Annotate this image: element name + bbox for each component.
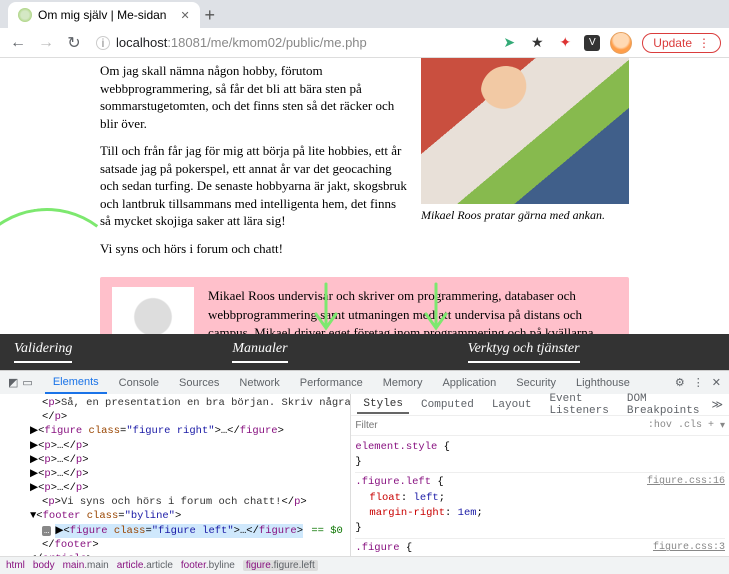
- back-button[interactable]: ←: [8, 34, 28, 52]
- favicon-icon: [18, 8, 32, 22]
- new-style-button[interactable]: +: [708, 420, 714, 431]
- footer-link-verktyg[interactable]: Verktyg och tjänster: [468, 341, 580, 363]
- dom-line[interactable]: ▶<p>…</p>: [4, 439, 346, 453]
- update-button[interactable]: Update⋮: [642, 33, 721, 53]
- styles-filter-row: :hov .cls + ▾: [351, 416, 729, 436]
- dom-line[interactable]: …▶<figure class="figure left">…</figure>…: [4, 524, 346, 538]
- style-tab-computed[interactable]: Computed: [415, 397, 480, 413]
- cls-toggle[interactable]: .cls: [678, 420, 702, 431]
- devtools-breadcrumb[interactable]: html body main.main article.article footer.b…: [0, 556, 729, 574]
- forward-button[interactable]: →: [36, 34, 56, 52]
- devtools-tab-performance[interactable]: Performance: [292, 373, 371, 393]
- author-image: [112, 287, 194, 334]
- devtools-body: <p>Så, en presentation en bra början. Sk…: [0, 394, 729, 556]
- style-tab-event-listeners[interactable]: Event Listeners: [543, 391, 614, 419]
- devtools-left-icons: ◩ ▭: [8, 376, 33, 389]
- devtools-tabs: ◩ ▭ ElementsConsoleSourcesNetworkPerform…: [0, 370, 729, 394]
- crumb-item[interactable]: body: [33, 560, 55, 571]
- paragraph-3: Vi syns och hörs i forum och chatt!: [100, 240, 629, 258]
- addr-path: :18081/me/kmom02/public/me.php: [167, 35, 366, 50]
- dom-tree[interactable]: <p>Så, en presentation en bra början. Sk…: [0, 394, 351, 556]
- devtools-tab-console[interactable]: Console: [111, 373, 167, 393]
- dom-line[interactable]: <p>Vi syns och hörs i forum och chatt!</…: [4, 495, 346, 509]
- dom-line[interactable]: ▼<footer class="byline">: [4, 509, 346, 523]
- address-bar[interactable]: i localhost:18081/me/kmom02/public/me.ph…: [92, 35, 492, 50]
- style-tab-styles[interactable]: Styles: [357, 396, 409, 414]
- device-icon[interactable]: ▭: [22, 376, 32, 389]
- style-tabs: Styles Computed Layout Event ListenersDOM B…: [351, 394, 729, 416]
- extension-icon[interactable]: ✦: [556, 34, 574, 52]
- footer-link-manualer[interactable]: Manualer: [232, 341, 287, 363]
- styles-filter-input[interactable]: [355, 420, 642, 431]
- tab-bar: Om mig själv | Me-sidan ✕ +: [0, 0, 729, 28]
- addr-host: localhost: [116, 35, 167, 50]
- crumb-item[interactable]: html: [6, 560, 25, 571]
- dom-line[interactable]: ▶<p>…</p>: [4, 481, 346, 495]
- toolbar-icons: ➤ ★ ✦ V Update⋮: [500, 32, 721, 54]
- crumb-item[interactable]: footer.byline: [181, 560, 235, 571]
- profile-avatar[interactable]: [610, 32, 632, 54]
- dom-line[interactable]: ▶<p>…</p>: [4, 467, 346, 481]
- bookmark-icon[interactable]: ★: [528, 34, 546, 52]
- figure-right-caption: Mikael Roos pratar gärna med ankan.: [421, 208, 629, 223]
- css-rule[interactable]: figure.css:16.figure.left {float: left;m…: [355, 473, 725, 539]
- byline-box: Mikael Roos undervisar och skriver om pr…: [100, 277, 629, 334]
- devtools-close-icon[interactable]: ✕: [712, 376, 721, 389]
- send-icon[interactable]: ➤: [500, 34, 518, 52]
- reload-button[interactable]: ↻: [64, 33, 84, 53]
- dom-line[interactable]: <p>Så, en presentation en bra början. Sk…: [4, 396, 346, 410]
- inspect-icon[interactable]: ◩: [8, 376, 18, 389]
- dom-line[interactable]: </article>: [4, 552, 346, 556]
- devtools-tab-sources[interactable]: Sources: [171, 373, 227, 393]
- site-info-icon[interactable]: i: [96, 36, 110, 50]
- crumb-item[interactable]: article.article: [117, 560, 173, 571]
- dom-line[interactable]: </footer>: [4, 538, 346, 552]
- dom-line[interactable]: ▶<p>…</p>: [4, 453, 346, 467]
- site-footer: Validering Manualer Verktyg och tjänster: [0, 334, 729, 370]
- tab-title: Om mig själv | Me-sidan: [38, 8, 166, 22]
- devtools-tab-memory[interactable]: Memory: [375, 373, 431, 393]
- css-rule[interactable]: element.style {}: [355, 438, 725, 473]
- styles-panel: Styles Computed Layout Event ListenersDOM B…: [351, 394, 729, 556]
- vue-devtools-icon[interactable]: V: [584, 35, 600, 51]
- dom-line[interactable]: </p>: [4, 410, 346, 424]
- styles-more-icon[interactable]: ▾: [720, 420, 725, 432]
- footer-link-validering[interactable]: Validering: [14, 341, 72, 363]
- crumb-item[interactable]: figure.figure.left: [243, 560, 318, 571]
- duck-image: [421, 58, 629, 204]
- devtools-tab-security[interactable]: Security: [508, 373, 564, 393]
- page-content: Mikael Roos pratar gärna med ankan. Om j…: [0, 58, 729, 334]
- hov-toggle[interactable]: :hov: [648, 420, 672, 431]
- devtools-tab-elements[interactable]: Elements: [45, 372, 107, 394]
- figure-right: Mikael Roos pratar gärna med ankan.: [421, 58, 629, 223]
- devtools-tab-lighthouse[interactable]: Lighthouse: [568, 373, 638, 393]
- browser-tab[interactable]: Om mig själv | Me-sidan ✕: [8, 2, 200, 28]
- style-tab-layout[interactable]: Layout: [486, 397, 538, 413]
- css-rules[interactable]: element.style {}figure.css:16.figure.lef…: [351, 436, 729, 556]
- byline-text: Mikael Roos undervisar och skriver om pr…: [208, 287, 617, 334]
- new-tab-button[interactable]: +: [200, 2, 220, 28]
- devtools-menu-icon[interactable]: ⋮: [693, 376, 704, 389]
- close-tab-icon[interactable]: ✕: [180, 9, 189, 22]
- browser-toolbar: ← → ↻ i localhost:18081/me/kmom02/public…: [0, 28, 729, 58]
- crumb-item[interactable]: main.main: [63, 560, 109, 571]
- style-tab-dom-breakpoints[interactable]: DOM Breakpoints: [621, 391, 706, 419]
- figure-left: [112, 287, 194, 334]
- devtools-tab-application[interactable]: Application: [434, 373, 504, 393]
- dom-line[interactable]: ▶<figure class="figure right">…</figure>: [4, 424, 346, 438]
- devtools-tab-network[interactable]: Network: [231, 373, 287, 393]
- style-tabs-overflow-icon[interactable]: ≫: [711, 398, 723, 412]
- devtools-settings-icon[interactable]: ⚙: [675, 376, 685, 389]
- css-rule[interactable]: figure.css:3.figure {display: inline-blo…: [355, 539, 725, 556]
